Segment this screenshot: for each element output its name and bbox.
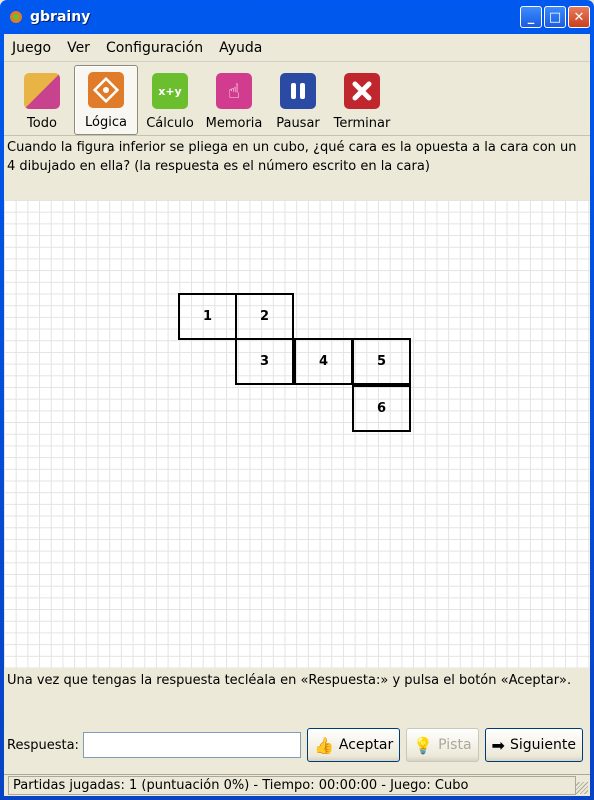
resize-grip-icon[interactable] <box>576 782 588 794</box>
menu-ver[interactable]: Ver <box>67 40 90 56</box>
tool-memoria[interactable]: ☝ Memoria <box>202 65 266 135</box>
arrow-right-icon: ➡ <box>491 735 505 755</box>
status-text: Partidas jugadas: 1 (puntuación 0%) - Ti… <box>8 776 576 795</box>
lightbulb-icon: 💡 <box>413 735 434 755</box>
answer-input[interactable] <box>82 732 301 758</box>
tool-label: Pausar <box>276 116 320 131</box>
puzzle-canvas: 1 2 3 4 5 6 <box>4 200 590 668</box>
tool-label: Cálculo <box>146 116 194 131</box>
accept-button[interactable]: 👍 Aceptar <box>306 728 401 762</box>
cube-face-3: 3 <box>235 338 294 385</box>
tool-label: Todo <box>27 116 57 131</box>
hint-label: Pista <box>438 737 472 753</box>
accept-icon: 👍 <box>313 735 334 755</box>
cube-face-2: 2 <box>235 293 294 340</box>
logic-icon <box>88 72 124 108</box>
tool-label: Memoria <box>205 116 263 131</box>
menu-juego[interactable]: Juego <box>12 40 51 56</box>
question-text: Cuando la figura inferior se pliega en u… <box>4 136 590 200</box>
cube-face-4: 4 <box>294 338 353 385</box>
menu-ayuda[interactable]: Ayuda <box>219 40 262 56</box>
app-icon <box>8 9 24 25</box>
menu-bar: Juego Ver Configuración Ayuda <box>4 34 590 62</box>
tool-label: Terminar <box>333 116 391 131</box>
tool-logica[interactable]: Lógica <box>74 65 138 135</box>
hint-button[interactable]: 💡 Pista <box>406 728 479 762</box>
answer-label: Respuesta: <box>7 737 79 753</box>
instructions-text: Una vez que tengas la respuesta tecléala… <box>7 673 572 688</box>
toolbar: Todo Lógica x+y Cálculo ☝ Memoria Pausar… <box>4 62 590 136</box>
maximize-button[interactable]: □ <box>544 6 566 28</box>
next-label: Siguiente <box>509 737 576 753</box>
tool-calculo[interactable]: x+y Cálculo <box>138 65 202 135</box>
cube-face-6: 6 <box>352 385 411 432</box>
tool-pausar[interactable]: Pausar <box>266 65 330 135</box>
next-button[interactable]: ➡ Siguiente <box>484 728 583 762</box>
memory-icon: ☝ <box>216 73 252 109</box>
app-window: gbrainy _ □ ✕ Juego Ver Configuración Ay… <box>0 0 594 800</box>
client-area: Juego Ver Configuración Ayuda Todo Lógic… <box>4 34 590 796</box>
cube-face-1: 1 <box>178 293 237 340</box>
pause-icon <box>280 73 316 109</box>
answer-bar: Respuesta: 👍 Aceptar 💡 Pista ➡ Siguiente <box>4 726 590 764</box>
tool-label: Lógica <box>85 115 127 130</box>
close-button[interactable]: ✕ <box>568 6 590 28</box>
todo-icon <box>24 73 60 109</box>
window-title: gbrainy <box>30 9 91 25</box>
title-bar[interactable]: gbrainy _ □ ✕ <box>4 0 590 34</box>
stop-icon <box>344 73 380 109</box>
minimize-button[interactable]: _ <box>520 6 542 28</box>
cube-face-5: 5 <box>352 338 411 385</box>
menu-configuracion[interactable]: Configuración <box>106 40 203 56</box>
tool-todo[interactable]: Todo <box>10 65 74 135</box>
accept-label: Aceptar <box>338 737 394 753</box>
tool-terminar[interactable]: Terminar <box>330 65 394 135</box>
status-bar: Partidas jugadas: 1 (puntuación 0%) - Ti… <box>4 774 590 796</box>
calculation-icon: x+y <box>152 73 188 109</box>
